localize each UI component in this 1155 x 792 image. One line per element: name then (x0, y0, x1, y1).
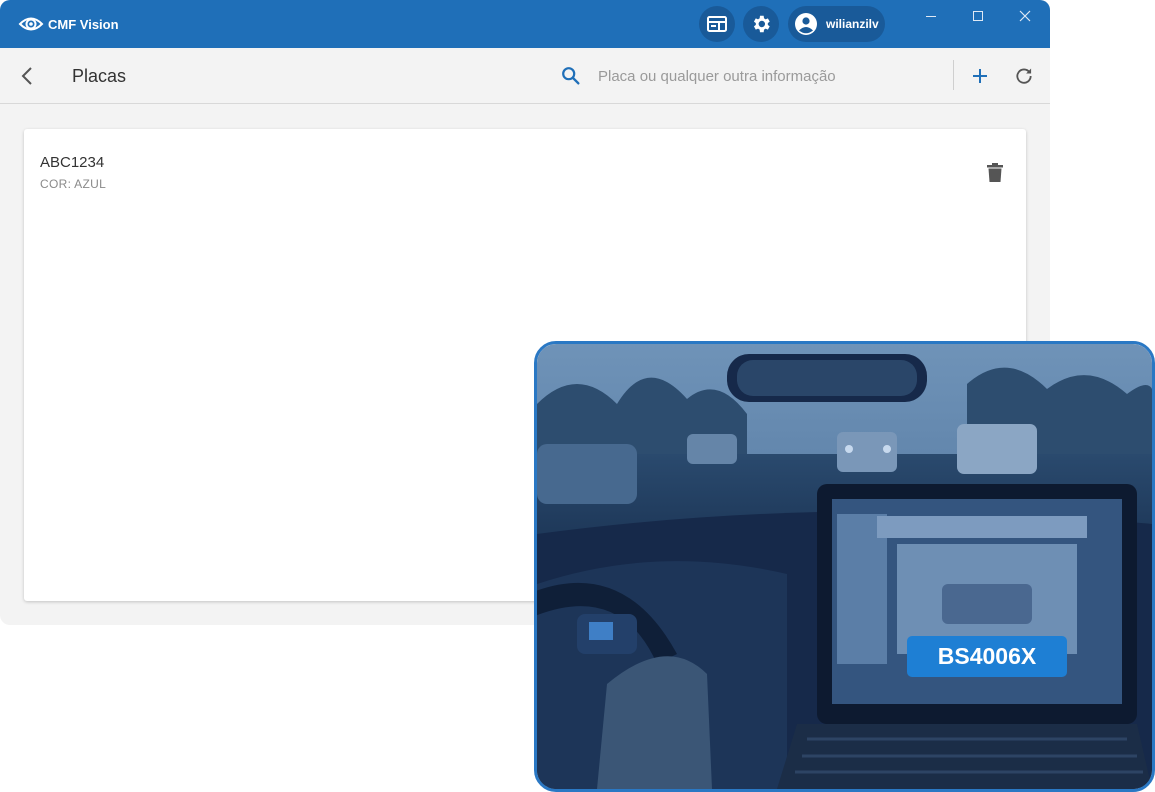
user-menu-button[interactable]: wilianzilv (788, 6, 885, 42)
page-toolbar: Placas (0, 48, 1050, 104)
page-title: Placas (72, 66, 127, 86)
add-plate-button[interactable] (966, 62, 994, 90)
trash-icon (987, 163, 1003, 182)
alpr-scene-image (537, 344, 1152, 789)
account-circle-icon (795, 13, 817, 35)
user-name: wilianzilv (826, 17, 879, 31)
toolbar-divider (953, 60, 954, 90)
plate-detail: COR: AZUL (40, 177, 107, 191)
eye-logo-icon (18, 17, 44, 31)
close-window-button[interactable] (1014, 6, 1036, 26)
search-input[interactable] (598, 62, 938, 90)
search-icon (562, 67, 580, 85)
detected-plate-badge: BS4006X (907, 636, 1067, 677)
gear-icon (753, 15, 770, 33)
minimize-button[interactable] (920, 6, 942, 26)
back-arrow-icon (21, 67, 32, 85)
maximize-button[interactable] (967, 6, 989, 26)
plate-number: ABC1234 (40, 154, 105, 171)
list-item[interactable]: ABC1234 COR: AZUL (24, 129, 1026, 205)
refresh-icon (1016, 68, 1032, 84)
minimize-icon (926, 16, 936, 17)
add-icon (973, 69, 987, 83)
refresh-button[interactable] (1010, 62, 1038, 90)
delete-plate-button[interactable] (984, 162, 1006, 184)
maximize-icon (973, 11, 983, 21)
brand-name: CMF Vision (48, 16, 119, 32)
settings-button[interactable] (743, 6, 779, 42)
brand-logo: CMF Vision (18, 11, 119, 37)
dashboard-icon (707, 16, 727, 32)
back-button[interactable] (14, 62, 40, 90)
close-icon (1019, 10, 1031, 22)
title-bar: CMF Vision wilianzilv (0, 0, 1050, 48)
police-car-photo (534, 341, 1155, 792)
dashboard-button[interactable] (699, 6, 735, 42)
